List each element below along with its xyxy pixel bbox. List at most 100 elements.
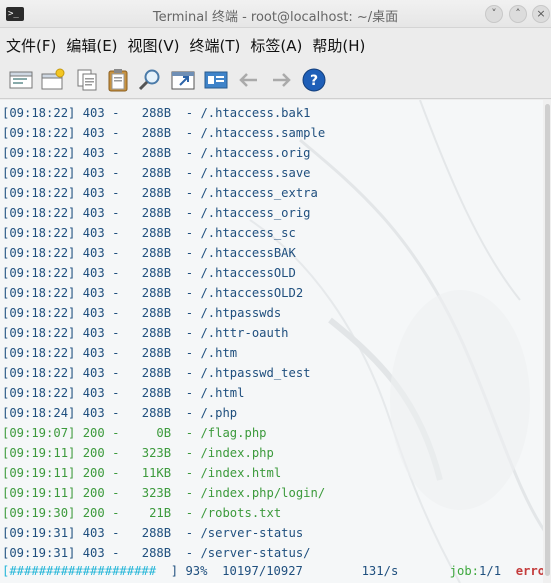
log-time: [09:18:22] [2, 186, 76, 200]
log-line: [09:18:22] 403 - 288B - /.htpasswds [2, 303, 542, 323]
log-time: [09:19:31] [2, 526, 76, 540]
new-tab-icon[interactable] [8, 67, 34, 93]
log-path: /index.php [200, 446, 274, 460]
log-size: 288B [141, 146, 172, 160]
log-line: [09:19:11] 200 - 323B - /index.php/login… [2, 483, 542, 503]
log-time: [09:18:22] [2, 166, 76, 180]
log-size: 288B [141, 366, 172, 380]
paste-icon[interactable] [105, 67, 131, 93]
back-arrow-icon[interactable] [236, 67, 262, 93]
log-line: [09:19:31] 403 - 288B - /server-status/ [2, 543, 542, 563]
log-size: 288B [141, 106, 172, 120]
job-label: job: [449, 564, 480, 578]
log-path: /server-status/ [200, 546, 311, 560]
log-time: [09:19:30] [2, 506, 76, 520]
log-size: 11KB [141, 466, 172, 480]
log-path: /index.html [200, 466, 282, 480]
menu-file[interactable]: 文件(F) [6, 35, 56, 56]
log-path: /.htaccess.save [200, 166, 311, 180]
log-path: /.htaccessBAK [200, 246, 296, 260]
log-status-code: 200 [82, 446, 105, 460]
log-path: /.htaccess_extra [200, 186, 318, 200]
log-line: [09:18:22] 403 - 288B - /.html [2, 383, 542, 403]
fullscreen-icon[interactable] [170, 67, 196, 93]
menu-view[interactable]: 视图(V) [128, 35, 180, 56]
progress-percent: 93% [185, 564, 208, 578]
log-size: 288B [141, 326, 172, 340]
log-path: /.html [200, 386, 245, 400]
minimize-button[interactable]: ˅ [485, 5, 503, 23]
log-path: /robots.txt [200, 506, 282, 520]
title-bar: >_ Terminal 终端 - root@localhost: ~/桌面 ˅ … [0, 0, 551, 28]
log-time: [09:18:22] [2, 246, 76, 260]
log-line: [09:19:11] 200 - 323B - /index.php [2, 443, 542, 463]
log-path: /index.php/login/ [200, 486, 326, 500]
log-line: [09:18:22] 403 - 288B - /.htaccess.bak1 [2, 103, 542, 123]
menu-help[interactable]: 帮助(H) [312, 35, 365, 56]
log-time: [09:19:07] [2, 426, 76, 440]
log-time: [09:18:22] [2, 146, 76, 160]
log-line: [09:18:24] 403 - 288B - /.php [2, 403, 542, 423]
close-button[interactable]: × [532, 5, 550, 23]
log-line: [09:19:11] 200 - 11KB - /index.html [2, 463, 542, 483]
copy-icon[interactable] [74, 67, 100, 93]
log-path: /.htaccess.sample [200, 126, 326, 140]
log-line: [09:18:22] 403 - 288B - /.httr-oauth [2, 323, 542, 343]
log-size: 0B [156, 426, 172, 440]
request-rate: 131/s [361, 564, 399, 578]
log-status-code: 403 [82, 306, 105, 320]
log-size: 288B [141, 406, 172, 420]
find-icon[interactable] [137, 67, 163, 93]
log-path: /.htaccessOLD2 [200, 286, 304, 300]
new-window-icon[interactable] [40, 67, 66, 93]
log-line: [09:18:22] 403 - 288B - /.htpasswd_test [2, 363, 542, 383]
terminal-output[interactable]: [09:18:22] 403 - 288B - /.htaccess.bak1[… [0, 100, 551, 583]
maximize-button[interactable]: ˄ [509, 5, 527, 23]
log-line: [09:18:22] 403 - 288B - /.htaccessOLD2 [2, 283, 542, 303]
log-line: [09:19:31] 403 - 288B - /server-status [2, 523, 542, 543]
log-status-code: 200 [82, 466, 105, 480]
log-time: [09:19:11] [2, 466, 76, 480]
help-icon[interactable]: ? [301, 67, 327, 93]
log-status-code: 200 [82, 426, 105, 440]
log-status-code: 403 [82, 206, 105, 220]
log-time: [09:18:22] [2, 206, 76, 220]
log-size: 288B [141, 186, 172, 200]
log-status-code: 403 [82, 366, 105, 380]
log-size: 288B [141, 546, 172, 560]
log-status-code: 403 [82, 346, 105, 360]
close-icon: × [536, 7, 546, 20]
log-time: [09:18:22] [2, 386, 76, 400]
log-size: 288B [141, 226, 172, 240]
forward-arrow-icon[interactable] [268, 67, 294, 93]
log-size: 288B [141, 286, 172, 300]
menu-edit[interactable]: 编辑(E) [66, 35, 117, 56]
log-path: /server-status [200, 526, 304, 540]
menu-terminal[interactable]: 终端(T) [190, 35, 241, 56]
log-status-code: 403 [82, 186, 105, 200]
log-line: [09:19:07] 200 - 0B - /flag.php [2, 423, 542, 443]
preferences-icon[interactable] [203, 67, 229, 93]
menu-tabs[interactable]: 标签(A) [250, 35, 302, 56]
log-status-code: 403 [82, 326, 105, 340]
log-size: 288B [141, 246, 172, 260]
svg-text:?: ? [310, 73, 318, 89]
log-line: [09:18:22] 403 - 288B - /.htaccess_extra [2, 183, 542, 203]
progress-count: 10197/10927 [222, 564, 303, 578]
log-time: [09:18:22] [2, 346, 76, 360]
log-path: /.htaccess.bak1 [200, 106, 311, 120]
window-title: Terminal 终端 - root@localhost: ~/桌面 [152, 10, 399, 25]
log-time: [09:19:31] [2, 546, 76, 560]
log-size: 21B [149, 506, 172, 520]
scrollbar-thumb[interactable] [545, 104, 550, 576]
log-size: 323B [141, 446, 172, 460]
log-status-code: 403 [82, 386, 105, 400]
log-status-code: 403 [82, 286, 105, 300]
maximize-icon: ˄ [515, 7, 521, 20]
log-time: [09:18:22] [2, 366, 76, 380]
log-line: [09:18:22] 403 - 288B - /.htaccess.save [2, 163, 542, 183]
log-size: 288B [141, 526, 172, 540]
log-time: [09:18:24] [2, 406, 76, 420]
log-size: 323B [141, 486, 172, 500]
log-line: [09:18:22] 403 - 288B - /.htaccess.sampl… [2, 123, 542, 143]
